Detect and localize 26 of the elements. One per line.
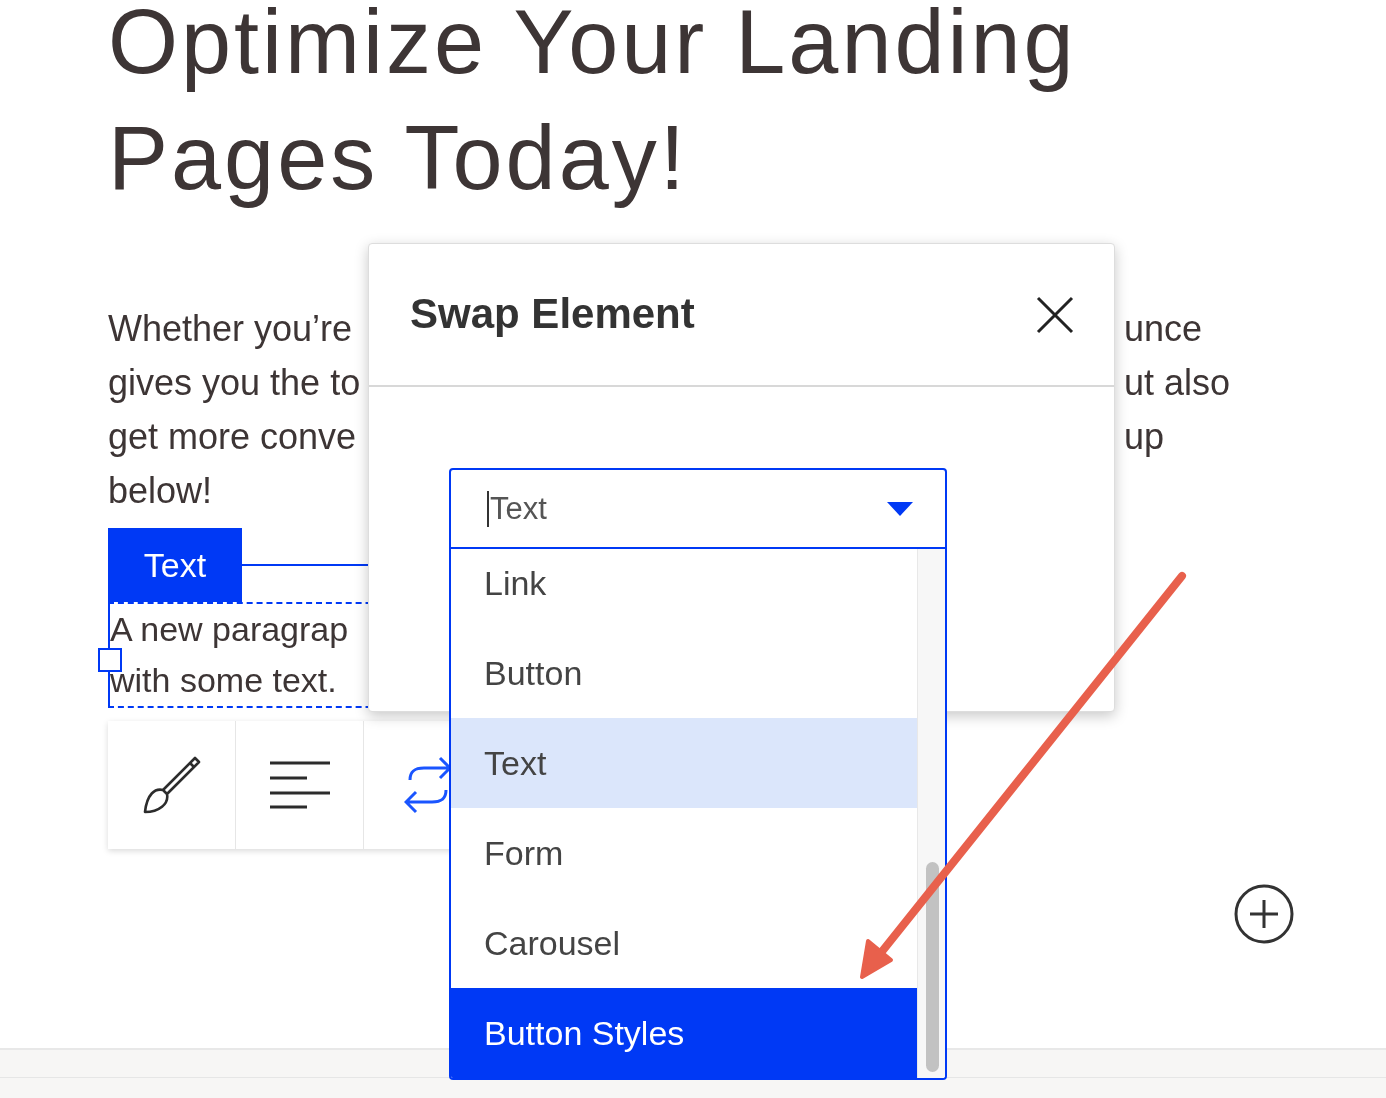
close-icon[interactable] (1036, 295, 1074, 334)
align-left-icon (268, 761, 331, 809)
element-label: Text (108, 528, 242, 602)
body-text: up (1124, 415, 1166, 459)
body-text: gives you the to (108, 361, 362, 405)
dropdown-option[interactable]: Button Styles (451, 988, 917, 1078)
dropdown-option[interactable]: Carousel (451, 898, 917, 988)
dialog-title: Swap Element (410, 289, 695, 338)
dropdown-option[interactable]: Text (451, 718, 917, 808)
scrollbar-thumb[interactable] (926, 862, 939, 1072)
page-heading: Optimize Your Landing Pages Today! (108, 0, 1078, 210)
body-text: unce (1124, 307, 1204, 351)
element-type-dropdown[interactable]: Text (449, 468, 947, 549)
toolbar-button[interactable] (236, 721, 364, 849)
toolbar-button[interactable] (108, 721, 236, 849)
dropdown-option[interactable]: Form (451, 808, 917, 898)
scrollbar[interactable] (917, 549, 945, 1078)
body-text: below! (108, 469, 214, 513)
caret-icon (887, 501, 913, 516)
body-text: ut also (1124, 361, 1231, 405)
body-text: Whether you’re (108, 307, 354, 351)
paragraph-text: with some text. (110, 660, 337, 701)
paragraph-text: A new paragrap (110, 609, 349, 650)
body-text: get more conve (108, 415, 358, 459)
add-icon[interactable] (1234, 884, 1294, 944)
swap-icon (403, 756, 452, 814)
